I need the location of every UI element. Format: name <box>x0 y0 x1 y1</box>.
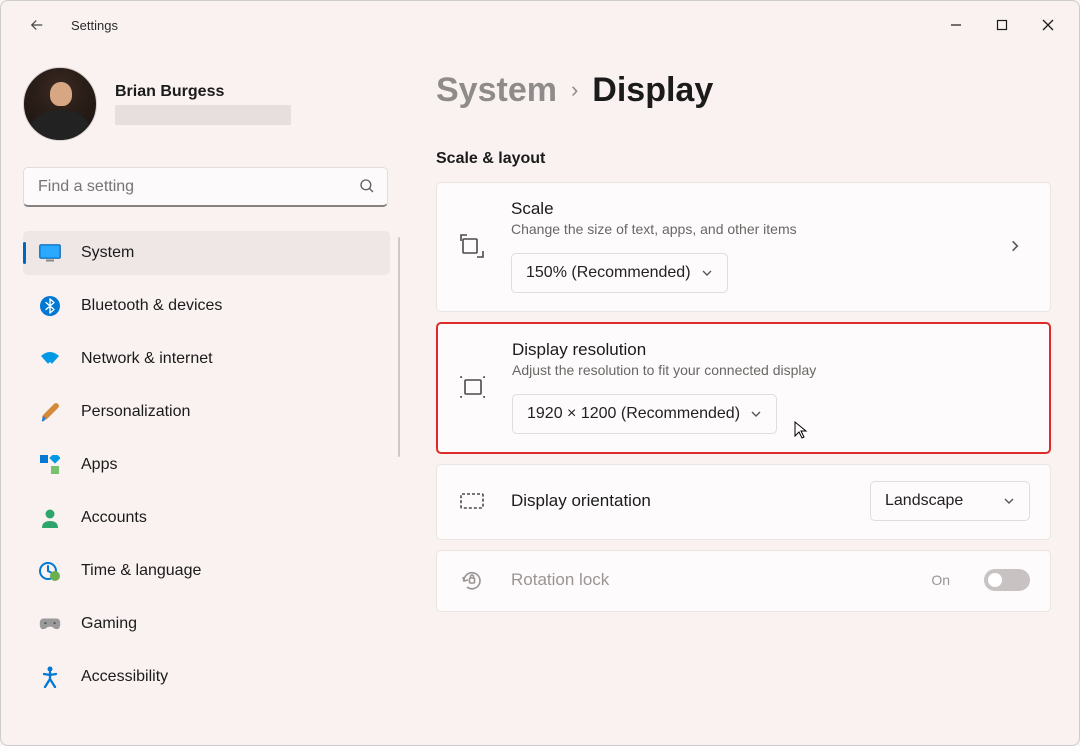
rotation-toggle <box>984 569 1030 591</box>
monitor-icon <box>39 242 61 264</box>
scale-icon <box>457 233 487 259</box>
gamepad-icon <box>39 613 61 635</box>
sidebar-item-system[interactable]: System <box>23 231 390 275</box>
orientation-icon <box>457 490 487 512</box>
search-wrap <box>23 167 388 207</box>
maximize-button[interactable] <box>979 9 1025 41</box>
section-title-scale-layout: Scale & layout <box>436 150 1051 168</box>
search-input[interactable] <box>23 167 388 207</box>
sidebar-item-label: System <box>81 244 134 262</box>
resolution-value: 1920 × 1200 (Recommended) <box>527 405 740 423</box>
resolution-icon <box>458 376 488 398</box>
maximize-icon <box>996 19 1008 31</box>
sidebar-item-gaming[interactable]: Gaming <box>23 602 390 646</box>
wifi-icon <box>39 348 61 370</box>
sidebar-item-label: Personalization <box>81 403 190 421</box>
rotation-lock-icon <box>457 567 487 593</box>
sidebar-item-label: Network & internet <box>81 350 213 368</box>
bluetooth-icon <box>39 295 61 317</box>
orientation-value: Landscape <box>885 492 963 510</box>
back-button[interactable] <box>21 9 53 41</box>
app-title: Settings <box>71 18 118 33</box>
rotation-state-label: On <box>931 572 950 588</box>
settings-window: Settings Brian Burgess <box>0 0 1080 746</box>
sidebar-item-network[interactable]: Network & internet <box>23 337 390 381</box>
minimize-button[interactable] <box>933 9 979 41</box>
breadcrumb-current: Display <box>592 71 713 110</box>
display-orientation-card[interactable]: Display orientation Landscape <box>436 464 1051 540</box>
sidebar: Brian Burgess System <box>1 49 396 745</box>
scale-title: Scale <box>511 199 984 219</box>
avatar <box>23 67 97 141</box>
display-resolution-card[interactable]: Display resolution Adjust the resolution… <box>436 322 1051 454</box>
chevron-right-icon <box>1008 239 1030 253</box>
paintbrush-icon <box>39 401 61 423</box>
close-button[interactable] <box>1025 9 1071 41</box>
resolution-select[interactable]: 1920 × 1200 (Recommended) <box>512 394 777 434</box>
chevron-down-icon <box>750 408 762 420</box>
person-icon <box>39 507 61 529</box>
sidebar-item-label: Accounts <box>81 509 147 527</box>
sidebar-item-accounts[interactable]: Accounts <box>23 496 390 540</box>
arrow-left-icon <box>28 16 46 34</box>
nav: System Bluetooth & devices Network & int… <box>23 231 400 708</box>
sidebar-item-time-language[interactable]: Time & language <box>23 549 390 593</box>
scale-value: 150% (Recommended) <box>526 264 691 282</box>
scale-subtitle: Change the size of text, apps, and other… <box>511 221 984 237</box>
chevron-right-icon: › <box>571 77 578 103</box>
user-email-redacted <box>115 105 291 125</box>
accessibility-icon <box>39 666 61 688</box>
user-block[interactable]: Brian Burgess <box>23 67 396 141</box>
sidebar-item-label: Apps <box>81 456 117 474</box>
sidebar-item-accessibility[interactable]: Accessibility <box>23 655 390 699</box>
sidebar-item-personalization[interactable]: Personalization <box>23 390 390 434</box>
scale-select[interactable]: 150% (Recommended) <box>511 253 728 293</box>
breadcrumb: System › Display <box>436 71 1051 110</box>
sidebar-item-label: Time & language <box>81 562 201 580</box>
sidebar-item-apps[interactable]: Apps <box>23 443 390 487</box>
sidebar-item-label: Bluetooth & devices <box>81 297 222 315</box>
chevron-down-icon <box>1003 495 1015 507</box>
orientation-title: Display orientation <box>511 491 846 511</box>
rotation-title: Rotation lock <box>511 570 907 590</box>
user-name: Brian Burgess <box>115 83 291 101</box>
chevron-down-icon <box>701 267 713 279</box>
sidebar-item-label: Accessibility <box>81 668 168 686</box>
main-content: System › Display Scale & layout Scale Ch… <box>396 49 1079 745</box>
clock-globe-icon <box>39 560 61 582</box>
resolution-subtitle: Adjust the resolution to fit your connec… <box>512 362 1029 378</box>
scale-card[interactable]: Scale Change the size of text, apps, and… <box>436 182 1051 312</box>
close-icon <box>1042 19 1054 31</box>
search-icon <box>358 177 376 195</box>
sidebar-item-label: Gaming <box>81 615 137 633</box>
resolution-title: Display resolution <box>512 340 1029 360</box>
apps-icon <box>39 454 61 476</box>
rotation-lock-card: Rotation lock On <box>436 550 1051 612</box>
titlebar: Settings <box>1 1 1079 49</box>
orientation-select[interactable]: Landscape <box>870 481 1030 521</box>
sidebar-item-bluetooth[interactable]: Bluetooth & devices <box>23 284 390 328</box>
minimize-icon <box>950 19 962 31</box>
breadcrumb-parent[interactable]: System <box>436 71 557 110</box>
